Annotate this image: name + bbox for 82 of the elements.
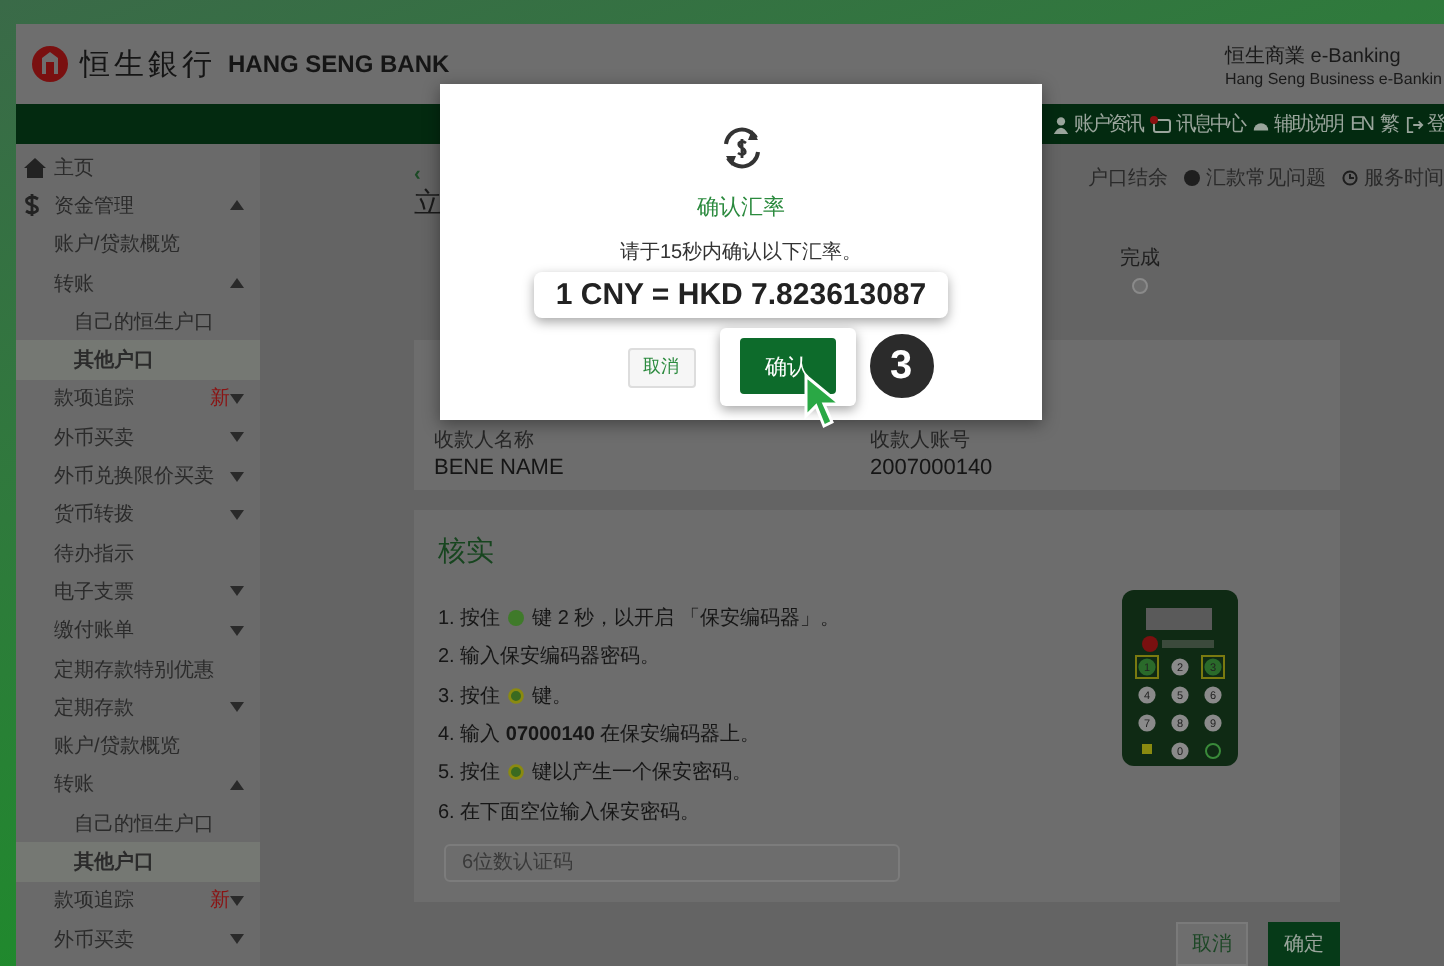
sidebar-item[interactable]: 款项追踪 新: [16, 379, 260, 419]
nav-link[interactable]: 登: [1405, 110, 1444, 138]
sidebar-item[interactable]: 缴付账单: [16, 611, 260, 650]
sidebar-item[interactable]: 外币兑换限价买卖: [16, 456, 260, 496]
new-label: 新: [210, 887, 230, 915]
caret-icon: [230, 200, 244, 211]
sidebar-item[interactable]: 转账: [16, 263, 260, 303]
caret-icon: [230, 509, 244, 520]
sidebar-item[interactable]: 定期存款: [16, 688, 260, 727]
sidebar-item[interactable]: 自己的恒生户口: [16, 804, 260, 843]
sidebar-item[interactable]: 账户/贷款概览: [16, 225, 260, 264]
field-value: 2007000140: [870, 456, 995, 480]
caret-icon: [230, 779, 244, 790]
nav-link[interactable]: 辅助说明: [1252, 110, 1343, 138]
sidebar-item[interactable]: 外币买卖: [16, 418, 260, 457]
caret-icon: [230, 393, 244, 404]
caret-icon: [230, 625, 244, 636]
help-link[interactable]: 汇款常见问题: [1184, 164, 1326, 192]
user-icon: [1052, 115, 1071, 133]
caret-icon: [230, 586, 244, 597]
field-label: 收款人账号: [870, 427, 972, 454]
logo-icon: [32, 46, 68, 82]
caret-icon: [230, 934, 244, 945]
dialog-title: 确认汇率: [697, 193, 785, 222]
step-number-badge: 3: [867, 332, 935, 400]
logout-icon: [1405, 115, 1423, 133]
back-link[interactable]: ‹: [414, 164, 442, 186]
cancel-button[interactable]: 取消: [1176, 922, 1248, 966]
confirm-button[interactable]: 确认: [739, 338, 835, 394]
instruction-text: 5. 按住: [438, 759, 501, 787]
product-name: 恒生商業 e-Banking: [1224, 43, 1403, 69]
sidebar-item[interactable]: 款项追踪 新: [16, 881, 260, 920]
caret-icon: [230, 278, 244, 289]
sidebar-item[interactable]: 其他户口: [16, 340, 260, 380]
caret-icon: [230, 471, 244, 482]
instruction-text: 键以产生一个保安密码。: [532, 759, 753, 787]
sidebar-item[interactable]: 自己的恒生户口: [16, 302, 260, 341]
help-link[interactable]: 户口结余: [1088, 164, 1168, 192]
exchange-rate: 1 CNY = HKD 7.823613087: [533, 272, 949, 318]
nav-link[interactable]: 繁: [1380, 110, 1397, 138]
sidebar-item[interactable]: 其他户口: [16, 842, 260, 882]
help-link[interactable]: 服务时间: [1342, 164, 1444, 192]
sidebar-item[interactable]: 外币买卖: [16, 919, 260, 959]
brand-name: HANG SENG BANK: [228, 50, 450, 78]
caret-icon: [230, 432, 244, 443]
caret-icon: [230, 702, 244, 713]
field-value: BENE NAME: [434, 456, 566, 480]
product-name: Hang Seng Business e-Bankin: [1224, 69, 1442, 87]
section-title: 核实: [438, 534, 496, 570]
nav-link[interactable]: EN: [1350, 113, 1372, 135]
caret-icon: [230, 895, 244, 906]
instruction-text: 1. 按住: [438, 605, 501, 632]
field-label: 收款人名称: [434, 428, 536, 454]
instruction-text: 6. 在下面空位输入保安密码。: [438, 799, 701, 826]
sidebar-item[interactable]: 资金管理: [16, 186, 260, 226]
instruction-text: 键 2 秒，以开启 「保安编码器」。: [532, 605, 841, 632]
sidebar-item[interactable]: 电子支票: [16, 572, 260, 612]
step-label: 完成: [1120, 245, 1160, 272]
sidebar-item[interactable]: 定期存款特别优惠: [16, 649, 260, 689]
cancel-button[interactable]: 取消: [627, 347, 695, 387]
sidebar-item[interactable]: 主页: [16, 148, 260, 187]
key-icon: [508, 609, 525, 626]
nav-link[interactable]: 讯息中心: [1150, 110, 1245, 138]
clock-icon: [1342, 170, 1358, 186]
instruction-text: 键。: [532, 683, 573, 710]
brand-name: 恒生銀行: [80, 45, 216, 83]
sidebar-item[interactable]: 转账: [16, 765, 260, 805]
page-title: 立: [414, 186, 442, 222]
instruction-text: 2. 输入保安编码器密码。: [438, 643, 661, 671]
nav-link[interactable]: 账户资讯: [1052, 110, 1143, 138]
message-icon: [1150, 115, 1173, 133]
sidebar-item[interactable]: 货币转拨: [16, 495, 260, 534]
key-icon: [508, 764, 525, 781]
key-icon: [508, 687, 525, 704]
instruction-text: 3. 按住: [438, 683, 501, 710]
confirm-button[interactable]: 确定: [1268, 922, 1340, 966]
instruction-text: 4. 输入 07000140 在保安编码器上。: [438, 721, 761, 748]
dialog-message: 请于15秒内确认以下汇率。: [619, 239, 863, 266]
new-label: 新: [210, 385, 230, 413]
sidebar-item[interactable]: 待办指示: [16, 533, 260, 573]
home-icon: [24, 157, 46, 178]
sidebar-item[interactable]: 账户/贷款概览: [16, 726, 260, 766]
